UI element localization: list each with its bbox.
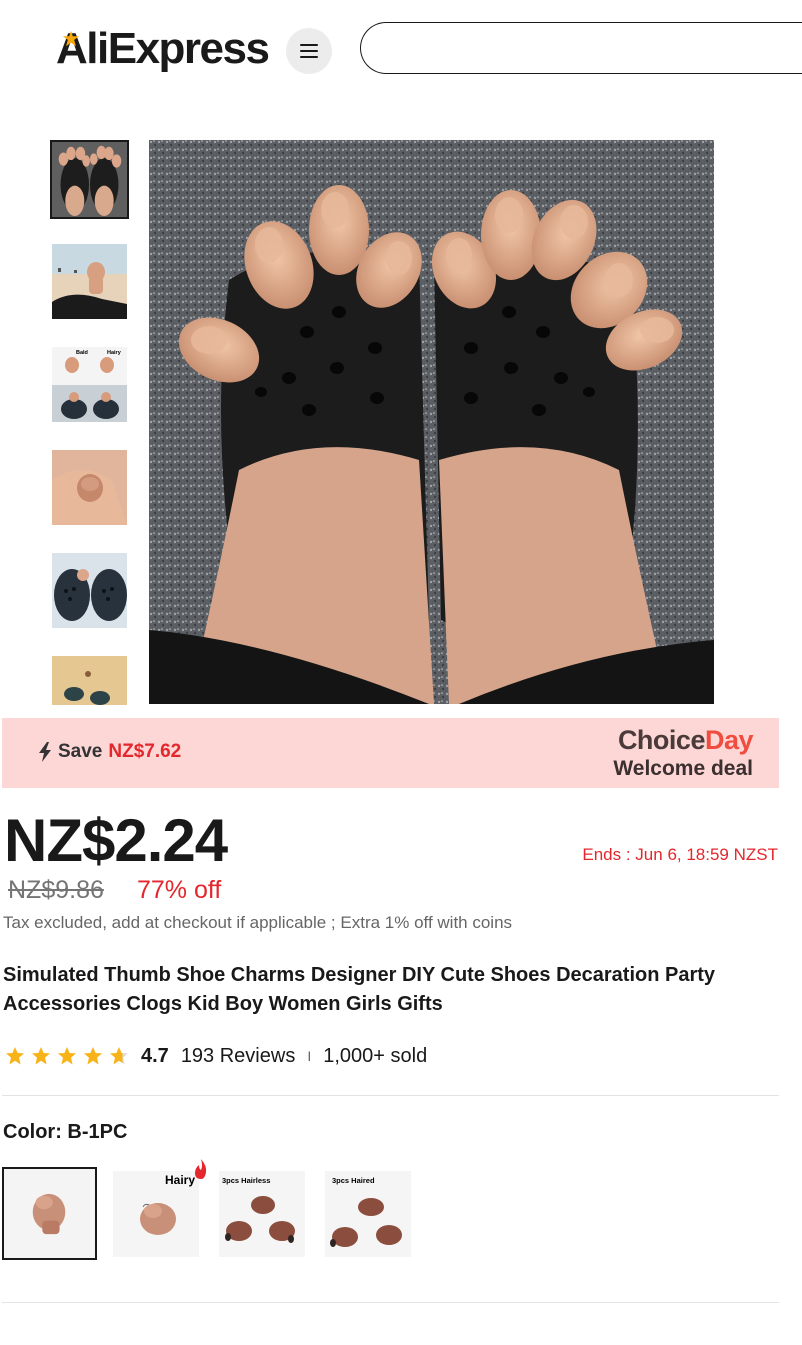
star-rating: [5, 1046, 129, 1066]
search-input[interactable]: [361, 23, 802, 73]
aliexpress-logo[interactable]: AliExpress: [56, 24, 270, 74]
thumbnail-5[interactable]: [52, 553, 127, 628]
save-amount: NZ$7.62: [108, 741, 182, 762]
menu-button[interactable]: [286, 28, 332, 74]
deal-end-time: Ends : Jun 6, 18:59 NZST: [582, 845, 778, 864]
separator: I: [307, 1048, 312, 1064]
sold-count: 1,000+ sold: [323, 1044, 428, 1067]
choice-day-badge: ChoiceDay Welcome deal: [613, 724, 753, 782]
save-info: Save NZ$7.62: [38, 741, 181, 763]
logo-star-icon: [62, 30, 80, 47]
save-label: Save: [58, 741, 103, 762]
welcome-deal-text: Welcome deal: [613, 757, 753, 780]
hot-flame-icon: [195, 1159, 207, 1179]
thumb-label-bald: Bald: [76, 350, 88, 356]
product-title: Simulated Thumb Shoe Charms Designer DIY…: [3, 964, 716, 1015]
reviews-link[interactable]: 193 Reviews: [181, 1045, 296, 1068]
color-option-3pcs-haired[interactable]: 3pcs Haired: [325, 1171, 411, 1257]
star-icon: [32, 1047, 50, 1065]
tax-note: Tax excluded, add at checkout if applica…: [3, 913, 513, 932]
choice-day-logo: ChoiceDay: [617, 725, 754, 755]
thumbnail-1[interactable]: [50, 140, 129, 219]
header: AliExpress: [0, 0, 802, 100]
thumbnail-3[interactable]: Bald Hairy: [52, 347, 127, 422]
search-bar[interactable]: [360, 22, 802, 74]
thumbnail-2[interactable]: [52, 244, 127, 319]
divider: [2, 1095, 779, 1096]
color-option-3pcs-hairless[interactable]: 3pcs Hairless: [219, 1171, 305, 1257]
color-option-hairy[interactable]: Hairy: [113, 1171, 199, 1257]
swatch-caption-hairy: Hairy: [165, 1173, 195, 1187]
swatch-caption-3pcs-haired: 3pcs Haired: [332, 1176, 375, 1185]
logo-text: AliExpress: [56, 24, 270, 73]
divider: [2, 1302, 779, 1303]
swatch-caption-3pcs-hairless: 3pcs Hairless: [222, 1176, 270, 1185]
color-label: Color: B-1PC: [3, 1121, 128, 1143]
half-star-icon: [110, 1047, 128, 1065]
thumbnail-6[interactable]: [52, 656, 127, 705]
star-icon: [6, 1047, 24, 1065]
hamburger-menu-icon: [300, 44, 318, 58]
rating-score: 4.7: [141, 1044, 169, 1067]
lightning-icon: [39, 742, 51, 762]
thumbnail-4[interactable]: [52, 450, 127, 525]
original-price: NZ$9.86: [8, 876, 104, 904]
thumbnail-list[interactable]: Bald Hairy: [50, 140, 130, 705]
main-product-image[interactable]: [149, 140, 714, 704]
color-option-b-1pc[interactable]: [2, 1167, 97, 1260]
star-icon: [84, 1047, 102, 1065]
current-price: NZ$2.24: [4, 807, 228, 874]
promo-banner[interactable]: Save NZ$7.62 ChoiceDay Welcome deal: [2, 718, 779, 788]
thumb-label-hairy: Hairy: [107, 350, 122, 356]
discount-percent: 77% off: [137, 876, 222, 904]
rating-row[interactable]: 4.7 193 Reviews I 1,000+ sold: [5, 1043, 427, 1069]
star-icon: [58, 1047, 76, 1065]
